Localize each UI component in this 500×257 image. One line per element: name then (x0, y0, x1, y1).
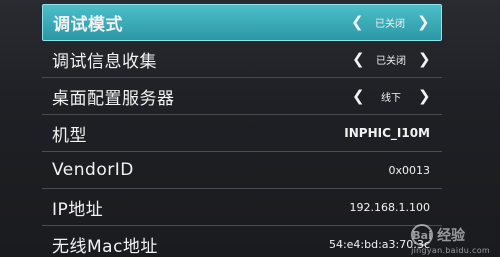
setting-label: 机型 (52, 125, 87, 146)
setting-row-ip-address: IP地址 192.168.1.100 (42, 189, 442, 226)
watermark: Bai 经验 jingyan.baidu.com (411, 224, 490, 255)
setting-row-wireless-mac: 无线Mac地址 54:e4:bd:a3:70:3c (42, 226, 442, 257)
value-spinner[interactable]: ❮ 已关闭 ❯ (351, 15, 430, 31)
chevron-right-icon[interactable]: ❯ (418, 51, 431, 67)
setting-value: INPHIC_I10M (344, 126, 430, 140)
setting-label: 调试信息收集 (52, 51, 157, 72)
chevron-right-icon[interactable]: ❯ (418, 88, 431, 104)
spinner-value: 线下 (381, 92, 401, 104)
watermark-site: jingyan.baidu.com (411, 246, 490, 255)
setting-row-model: 机型 INPHIC_I10M (42, 115, 442, 152)
setting-label: 无线Mac地址 (52, 236, 158, 257)
chevron-left-icon[interactable]: ❮ (351, 15, 364, 30)
setting-row-desktop-config-server[interactable]: 桌面配置服务器 ❮ 线下 ❯ (42, 78, 442, 115)
chevron-left-icon[interactable]: ❮ (352, 51, 365, 67)
paw-logo-icon: Bai (411, 224, 434, 246)
setting-value: 0x0013 (388, 163, 430, 177)
setting-label: 调试模式 (53, 15, 123, 35)
setting-label: 桌面配置服务器 (52, 88, 175, 109)
value-spinner[interactable]: ❮ 已关闭 ❯ (352, 51, 431, 67)
setting-label: VendorID (52, 160, 134, 180)
watermark-brand-row: Bai 经验 (411, 224, 490, 246)
spinner-value: 已关闭 (375, 19, 405, 30)
setting-row-debug-mode[interactable]: 调试模式 ❮ 已关闭 ❯ (42, 4, 442, 41)
setting-value: 192.168.1.100 (349, 200, 430, 214)
value-spinner[interactable]: ❮ 线下 ❯ (352, 88, 431, 104)
chevron-right-icon[interactable]: ❯ (417, 15, 430, 30)
settings-screen: 调试模式 ❮ 已关闭 ❯ 调试信息收集 ❮ 已关闭 ❯ 桌面配置服务器 ❮ 线下… (0, 0, 500, 257)
setting-label: IP地址 (52, 199, 104, 220)
setting-row-vendor-id: VendorID 0x0013 (42, 152, 442, 189)
setting-row-debug-info-collection[interactable]: 调试信息收集 ❮ 已关闭 ❯ (42, 41, 442, 78)
watermark-brand: 经验 (437, 228, 466, 244)
chevron-left-icon[interactable]: ❮ (352, 88, 365, 104)
spinner-value: 已关闭 (376, 55, 406, 67)
settings-list: 调试模式 ❮ 已关闭 ❯ 调试信息收集 ❮ 已关闭 ❯ 桌面配置服务器 ❮ 线下… (42, 4, 442, 257)
